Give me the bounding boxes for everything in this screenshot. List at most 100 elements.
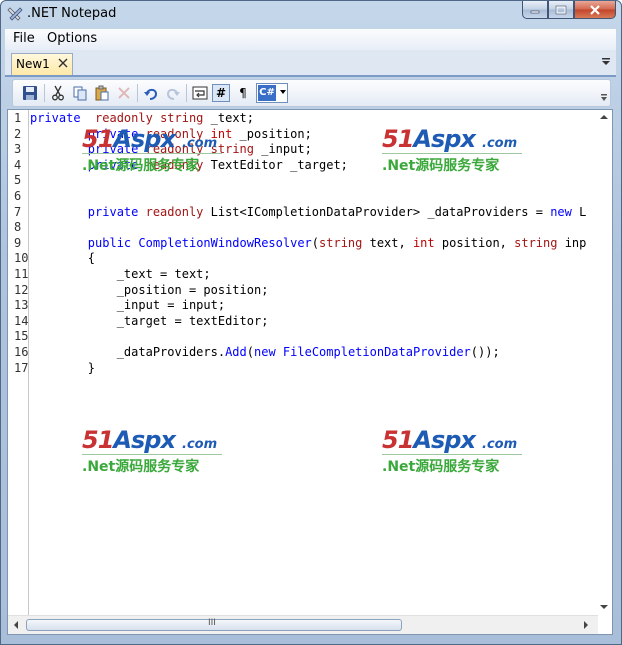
watermark-subtitle: .Net源码服务专家 (382, 158, 500, 174)
scroll-right-icon[interactable] (583, 621, 589, 629)
code-token: _dataProviders. (30, 345, 226, 359)
code-token: position, (434, 235, 515, 250)
code-token: _position; (232, 126, 312, 141)
code-token: inp (557, 235, 587, 250)
minimize-button[interactable] (522, 1, 548, 19)
watermark: 51Aspx .com .Net源码服务专家 (382, 125, 527, 177)
line-number: 4 (14, 157, 22, 172)
paste-button[interactable] (93, 84, 111, 102)
code-line: private readonly List<ICompletionDataPro… (30, 204, 587, 219)
close-icon (590, 4, 600, 15)
save-icon (23, 86, 37, 100)
paste-icon (95, 85, 109, 101)
redo-button[interactable] (164, 84, 182, 102)
code-line: _input = input; (30, 298, 225, 312)
tab-new1[interactable]: New1 (11, 53, 73, 75)
line-number: 14 (14, 313, 29, 328)
title-bar[interactable]: .NET Notepad (1, 1, 621, 29)
code-token: ( (246, 345, 254, 359)
save-button[interactable] (21, 84, 39, 102)
code-token: FileCompletionDataProvider (282, 345, 471, 359)
tab-close-icon[interactable] (58, 58, 68, 68)
window-title: .NET Notepad (27, 6, 117, 21)
code-token: _position = position; (30, 282, 269, 297)
watermark-brand-blue: Aspx (413, 125, 476, 153)
editor-toolbar: # ¶ C# (12, 79, 611, 107)
scroll-left-icon[interactable] (13, 621, 19, 629)
code-token: Add (225, 345, 247, 359)
chevron-down-icon (280, 90, 286, 94)
watermark-rule (382, 153, 522, 154)
tab-label: New1 (16, 57, 50, 71)
line-number: 17 (14, 360, 29, 375)
code-token: List<ICompletionDataProvider> _dataProvi… (203, 204, 551, 219)
language-select[interactable]: C# (256, 83, 288, 103)
code-line: _position = position; (30, 282, 269, 297)
code-token: string (160, 111, 204, 125)
watermark-brand-red: 51 (382, 125, 414, 153)
line-number: 16 (14, 345, 29, 359)
line-numbers-toggle[interactable]: # (212, 84, 230, 102)
word-wrap-button[interactable] (191, 84, 209, 102)
code-line: } (30, 361, 95, 375)
code-token: string (514, 235, 558, 250)
cut-button[interactable] (49, 84, 67, 102)
scroll-down-icon[interactable] (600, 604, 608, 610)
line-numbers-icon: # (215, 86, 227, 100)
toolbar-overflow-icon[interactable] (600, 82, 608, 104)
toolbar-separator (44, 84, 45, 102)
code-token: _input = input; (30, 298, 226, 313)
cut-icon (52, 85, 64, 101)
watermark: 51Aspx .com .Net源码服务专家 (82, 125, 227, 177)
code-token: CompletionWindowResolver (138, 235, 312, 250)
code-line: _text = text; (30, 267, 211, 281)
menu-bar: File Options (5, 29, 616, 51)
horizontal-scrollbar[interactable]: III (8, 615, 598, 634)
copy-button[interactable] (71, 84, 89, 102)
watermark-rule (382, 454, 522, 455)
toolbar-separator (137, 84, 138, 102)
show-spaces-toggle[interactable]: ¶ (234, 84, 252, 102)
code-token: _text = text; (30, 267, 211, 281)
code-token: string (319, 235, 363, 250)
code-token: ()); (470, 345, 500, 359)
delete-button[interactable] (115, 84, 133, 102)
minimize-icon (530, 10, 540, 13)
vertical-scrollbar[interactable] (596, 110, 612, 616)
line-number: 10 (14, 251, 29, 266)
undo-button[interactable] (142, 84, 160, 102)
line-number: 12 (14, 282, 29, 297)
document-tab-strip: New1 (5, 50, 616, 77)
delete-icon (118, 87, 130, 99)
watermark-brand-red: 51 (82, 426, 114, 454)
code-area[interactable]: private readonly string _text; private r… (30, 110, 596, 616)
watermark: 51Aspx .com .Net源码服务专家 (82, 426, 227, 478)
menu-options[interactable]: Options (47, 31, 97, 46)
code-token: readonly (145, 204, 204, 219)
tab-list-dropdown-icon[interactable] (602, 58, 610, 66)
redo-icon (166, 88, 180, 100)
code-line: { (30, 251, 95, 265)
code-line: _dataProviders.Add(new FileCompletionDat… (30, 345, 500, 359)
code-token: _input; (254, 142, 312, 157)
undo-icon (144, 88, 158, 100)
maximize-button[interactable] (548, 1, 574, 19)
menu-file[interactable]: File (13, 31, 35, 46)
scroll-up-icon[interactable] (600, 114, 608, 120)
code-token: } (30, 360, 96, 375)
line-number: 5 (14, 173, 22, 188)
code-line: private readonly string _text; (30, 111, 254, 125)
close-button[interactable] (574, 1, 616, 19)
code-token: _text; (203, 111, 254, 125)
code-editor[interactable]: 1 2 3 4 5 6 7 8 9 10 11 12 13 14 15 16 17 private readon… (7, 109, 613, 635)
horizontal-scroll-thumb[interactable]: III (26, 618, 402, 631)
watermark: 51Aspx .com .Net源码服务专家 (382, 426, 527, 478)
app-window: .NET Notepad File Options New1 # ¶ C# 1 … (0, 0, 622, 645)
